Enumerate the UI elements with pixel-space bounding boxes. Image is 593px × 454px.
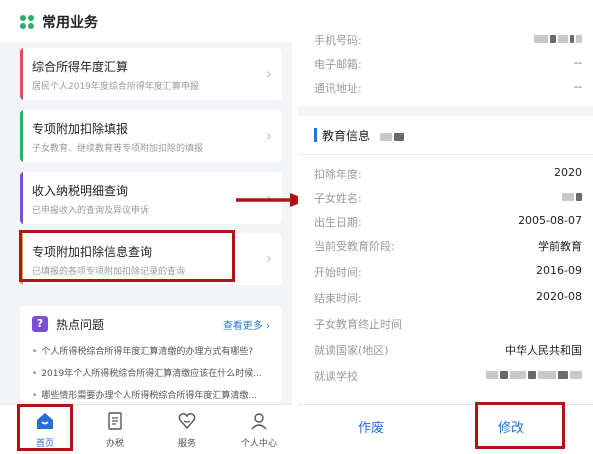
highlight-box-query-card [19,230,235,282]
chevron-right-icon: › [265,64,272,83]
chevron-right-icon: › [265,126,272,145]
tab-label: 办税 [105,439,124,449]
right-panel: 手机号码: 电子邮箱: -- 通讯地址: -- 教育信息 扣除年度: 2020 … [298,0,593,454]
edu-row-stage: 当前受教育阶段: 学前教育 [314,234,582,256]
info-value-masked [484,368,582,381]
info-label: 就读学校 [314,370,358,383]
clover-icon [20,15,34,29]
card-subtitle: 子女教育、继续教育等专项附加扣除的填报 [32,144,204,154]
hot-question-item[interactable]: • 哪些情形需要办理个人所得税综合所得年度汇算清缴... [32,388,282,401]
card-subtitle: 居民个人2019年度综合所得年度汇算申报 [32,82,199,92]
edu-row-termination: 子女教育终止时间 [314,312,582,334]
info-label: 出生日期: [314,216,362,229]
edu-row-end-time: 结束时间: 2020-08 [314,286,582,308]
highlight-box-edit-button [475,402,565,449]
card-special-deduction-fill[interactable]: 专项附加扣除填报 子女教育、继续教育等专项附加扣除的填报 › [20,110,282,162]
tab-label: 个人中心 [240,439,277,449]
education-section-title: 教育信息 [322,127,404,144]
info-row-phone: 手机号码: [314,28,582,50]
info-label: 当前受教育阶段: [314,240,395,253]
info-label: 开始时间: [314,266,362,279]
education-section-header: 教育信息 [298,116,593,155]
info-value: 2020-08 [536,290,582,303]
edu-row-start-time: 开始时间: 2016-09 [314,260,582,282]
edu-row-school: 就读学校 [314,364,582,386]
card-accent-bar [20,172,23,224]
card-title: 综合所得年度汇算 [32,60,129,74]
info-value: 学前教育 [538,240,582,253]
card-accent-bar [20,110,23,162]
info-value: 中华人民共和国 [505,344,582,357]
card-annual-settlement[interactable]: 综合所得年度汇算 居民个人2019年度综合所得年度汇算申报 › [20,48,282,100]
tab-tax[interactable]: 办税 [85,409,145,449]
person-icon [229,409,289,433]
void-button[interactable]: 作废 [358,417,384,436]
section-divider [298,106,593,116]
info-label: 子女教育终止时间 [314,318,402,331]
info-value: -- [574,56,582,69]
info-value: 2016-09 [536,264,582,277]
document-icon [85,409,145,433]
info-label: 就读国家(地区) [314,344,389,357]
service-icon [157,409,217,433]
info-value-masked [560,190,582,203]
tab-service[interactable]: 服务 [157,409,217,449]
info-label: 子女姓名: [314,192,362,205]
view-more-link[interactable]: 查看更多 › [223,317,270,332]
hot-question-item[interactable]: • 个人所得税综合所得年度汇算清缴的办理方式有哪些? [32,344,282,357]
section-title: 常用业务 [42,15,98,31]
edu-row-year: 扣除年度: 2020 [314,162,582,184]
info-label: 扣除年度: [314,168,362,181]
edu-row-birth-date: 出生日期: 2005-08-07 [314,210,582,232]
info-value: 2005-08-07 [518,214,582,227]
card-title: 收入纳税明细查询 [32,184,129,198]
info-label: 结束时间: [314,292,362,305]
card-title: 专项附加扣除填报 [32,122,129,136]
card-accent-bar [20,48,23,100]
tab-personal-center[interactable]: 个人中心 [229,409,289,449]
info-label: 电子邮箱: [314,58,362,71]
hot-questions-panel: ? 热点问题 查看更多 › • 个人所得税综合所得年度汇算清缴的办理方式有哪些? … [20,306,282,402]
info-label: 手机号码: [314,34,362,47]
question-icon: ? [32,316,48,332]
highlight-box-home-tab [17,404,73,451]
section-header: 常用业务 [0,0,292,42]
info-value: -- [574,80,582,93]
section-accent-bar [314,128,317,142]
hot-questions-title: 热点问题 [56,318,105,332]
info-row-email: 电子邮箱: -- [314,52,582,74]
info-label: 通讯地址: [314,82,362,95]
info-value-masked [532,32,582,45]
edu-row-country: 就读国家(地区) 中华人民共和国 [314,338,582,360]
edu-row-child-name: 子女姓名: [314,186,582,208]
hot-question-item[interactable]: • 2019年个人所得税综合所得汇算清缴应该在什么时候... [32,366,282,379]
info-value: 2020 [554,166,582,179]
tab-label: 服务 [177,439,196,449]
info-row-address: 通讯地址: -- [314,76,582,98]
card-subtitle: 已申报收入的查询及异议申诉 [32,206,150,216]
